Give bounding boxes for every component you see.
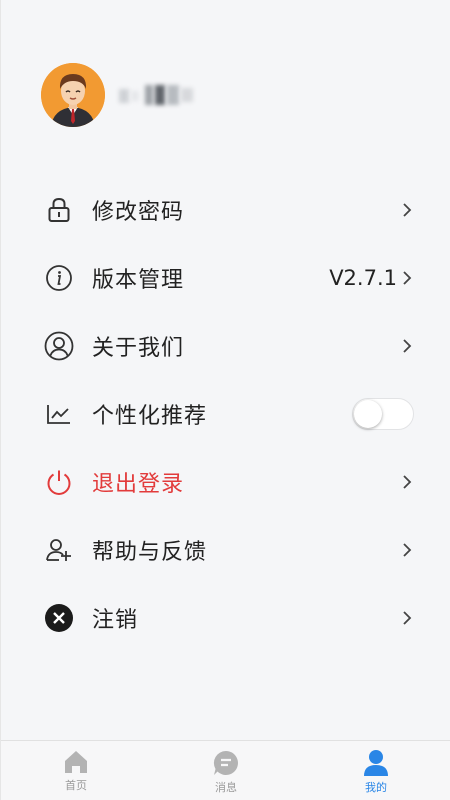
menu-item-logout[interactable]: 退出登录 bbox=[1, 448, 450, 516]
menu-item-personalized-recommendation: 个性化推荐 bbox=[1, 380, 450, 448]
add-user-icon bbox=[44, 535, 74, 565]
avatar-illustration bbox=[41, 63, 105, 127]
menu-item-label: 关于我们 bbox=[92, 336, 185, 361]
menu-item-label: 版本管理 bbox=[92, 268, 185, 293]
menu-item-deregister[interactable]: 注销 bbox=[1, 584, 450, 652]
menu-item-about-us[interactable]: 关于我们 bbox=[1, 312, 450, 380]
profile-header[interactable] bbox=[41, 63, 199, 127]
avatar[interactable] bbox=[41, 63, 105, 127]
tab-label: 我的 bbox=[365, 781, 387, 794]
info-icon bbox=[44, 263, 74, 293]
profile-page: 修改密码 版本管理 V2.7.1 关于我们 个性化推荐 退出登录 帮助与反馈 注… bbox=[0, 0, 450, 800]
username-masked bbox=[119, 85, 199, 105]
recommendation-toggle[interactable] bbox=[352, 398, 414, 430]
menu-item-label: 修改密码 bbox=[92, 200, 185, 225]
user-circle-icon bbox=[44, 331, 74, 361]
chevron-right-icon bbox=[403, 611, 412, 625]
settings-menu: 修改密码 版本管理 V2.7.1 关于我们 个性化推荐 退出登录 帮助与反馈 注… bbox=[1, 176, 450, 652]
menu-item-help-feedback[interactable]: 帮助与反馈 bbox=[1, 516, 450, 584]
home-icon bbox=[65, 751, 87, 773]
menu-item-label: 退出登录 bbox=[92, 472, 185, 497]
tab-label: 消息 bbox=[215, 781, 237, 794]
tab-label: 首页 bbox=[65, 779, 87, 792]
bottom-tab-bar: 首页 消息 我的 bbox=[1, 740, 450, 800]
version-value: V2.7.1 bbox=[329, 266, 397, 290]
tab-messages[interactable]: 消息 bbox=[151, 741, 301, 800]
tab-home[interactable]: 首页 bbox=[1, 741, 151, 800]
menu-item-version[interactable]: 版本管理 V2.7.1 bbox=[1, 244, 450, 312]
chevron-right-icon bbox=[403, 203, 412, 217]
chart-line-icon bbox=[44, 399, 74, 429]
toggle-knob bbox=[354, 400, 382, 428]
close-circle-icon bbox=[44, 603, 74, 633]
lock-icon bbox=[44, 195, 74, 225]
chevron-right-icon bbox=[403, 543, 412, 557]
menu-item-label: 帮助与反馈 bbox=[92, 540, 208, 565]
tab-mine[interactable]: 我的 bbox=[301, 741, 450, 800]
menu-item-label: 注销 bbox=[92, 608, 139, 633]
message-icon bbox=[213, 750, 238, 775]
profile-icon bbox=[364, 750, 388, 776]
power-icon bbox=[44, 467, 74, 497]
menu-item-change-password[interactable]: 修改密码 bbox=[1, 176, 450, 244]
chevron-right-icon bbox=[403, 475, 412, 489]
chevron-right-icon bbox=[403, 339, 412, 353]
chevron-right-icon bbox=[403, 271, 412, 285]
